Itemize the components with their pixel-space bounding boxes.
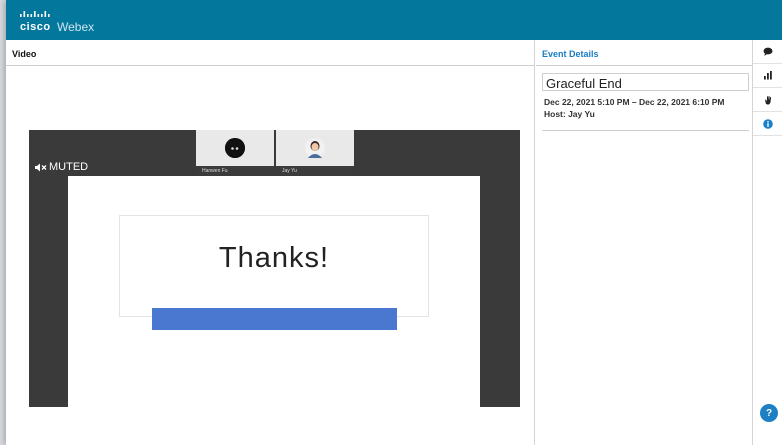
- avatar-dark-icon: [225, 138, 245, 158]
- event-details-panel: Event Details Graceful End Dec 22, 2021 …: [536, 40, 753, 445]
- polling-button[interactable]: [753, 64, 782, 88]
- help-button[interactable]: ?: [760, 404, 778, 422]
- video-panel-title: Video: [6, 40, 534, 66]
- top-bar: cisco Webex: [6, 0, 782, 40]
- participant-thumbnail[interactable]: Hanwen Fu: [196, 130, 274, 175]
- speaker-muted-icon: [35, 163, 47, 171]
- shared-slide: Thanks!: [68, 176, 480, 407]
- webex-window: cisco Webex Video Hanwen Fu Jay Yu MUTED…: [6, 0, 782, 445]
- muted-indicator: MUTED: [35, 161, 88, 173]
- raise-hand-button[interactable]: [753, 88, 782, 112]
- event-title: Graceful End: [542, 73, 749, 91]
- event-dates: Dec 22, 2021 5:10 PM – Dec 22, 2021 6:10…: [544, 97, 725, 107]
- slide-card: Thanks!: [119, 215, 429, 317]
- participant-name: Jay Yu: [276, 166, 354, 175]
- polling-icon: [763, 71, 772, 80]
- avatar-photo-icon: [305, 138, 325, 158]
- brand-name: cisco: [20, 21, 51, 33]
- participant-name: Hanwen Fu: [196, 166, 274, 175]
- info-icon: [762, 118, 773, 129]
- product-name: Webex: [57, 20, 95, 34]
- video-panel: Video Hanwen Fu Jay Yu MUTED Thanks!: [6, 40, 535, 445]
- event-host: Host: Jay Yu: [544, 109, 595, 119]
- side-rail: ?: [753, 40, 782, 445]
- help-label: ?: [765, 407, 773, 419]
- divider: [542, 130, 749, 131]
- info-button[interactable]: [753, 112, 782, 136]
- cisco-bars-icon: [20, 11, 50, 17]
- muted-label: MUTED: [49, 161, 89, 173]
- chat-button[interactable]: [753, 40, 782, 64]
- slide-title: Thanks!: [218, 242, 330, 274]
- cisco-webex-logo: cisco Webex: [20, 10, 130, 34]
- video-stage[interactable]: Hanwen Fu Jay Yu MUTED Thanks!: [29, 130, 520, 407]
- raise-hand-icon: [764, 95, 771, 105]
- participant-thumbnail[interactable]: Jay Yu: [276, 130, 354, 175]
- chat-icon: [763, 47, 772, 56]
- participant-thumbnails: Hanwen Fu Jay Yu: [196, 130, 354, 175]
- slide-color-bar: [152, 308, 397, 330]
- event-details-title: Event Details: [536, 40, 752, 66]
